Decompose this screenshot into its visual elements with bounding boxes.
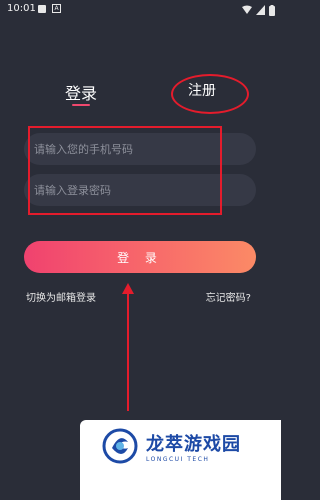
annotation-rectangle — [28, 126, 222, 215]
annotation-arrow — [122, 283, 134, 411]
forgot-password-link[interactable]: 忘记密码? — [206, 289, 251, 304]
notification-icon — [38, 5, 46, 13]
tab-login[interactable]: 登录 — [65, 80, 97, 104]
status-indicators — [242, 4, 275, 16]
notification-badge-icon: A — [52, 4, 61, 13]
signal-icon — [256, 5, 265, 15]
watermark-logo-icon — [102, 428, 138, 464]
status-bar: 10:01 A — [0, 0, 281, 20]
watermark-title: 龙萃游戏园 — [146, 434, 241, 455]
wifi-icon — [242, 5, 252, 14]
watermark-subtitle: LONGCUI TECH — [146, 456, 210, 463]
login-button[interactable]: 登 录 — [24, 241, 256, 273]
annotation-ellipse — [171, 74, 249, 114]
watermark: 龙萃游戏园 LONGCUI TECH — [80, 420, 281, 500]
battery-icon — [269, 4, 275, 16]
tab-active-indicator — [72, 104, 90, 106]
status-time: 10:01 — [7, 3, 36, 14]
switch-email-login-link[interactable]: 切换为邮箱登录 — [26, 289, 96, 304]
